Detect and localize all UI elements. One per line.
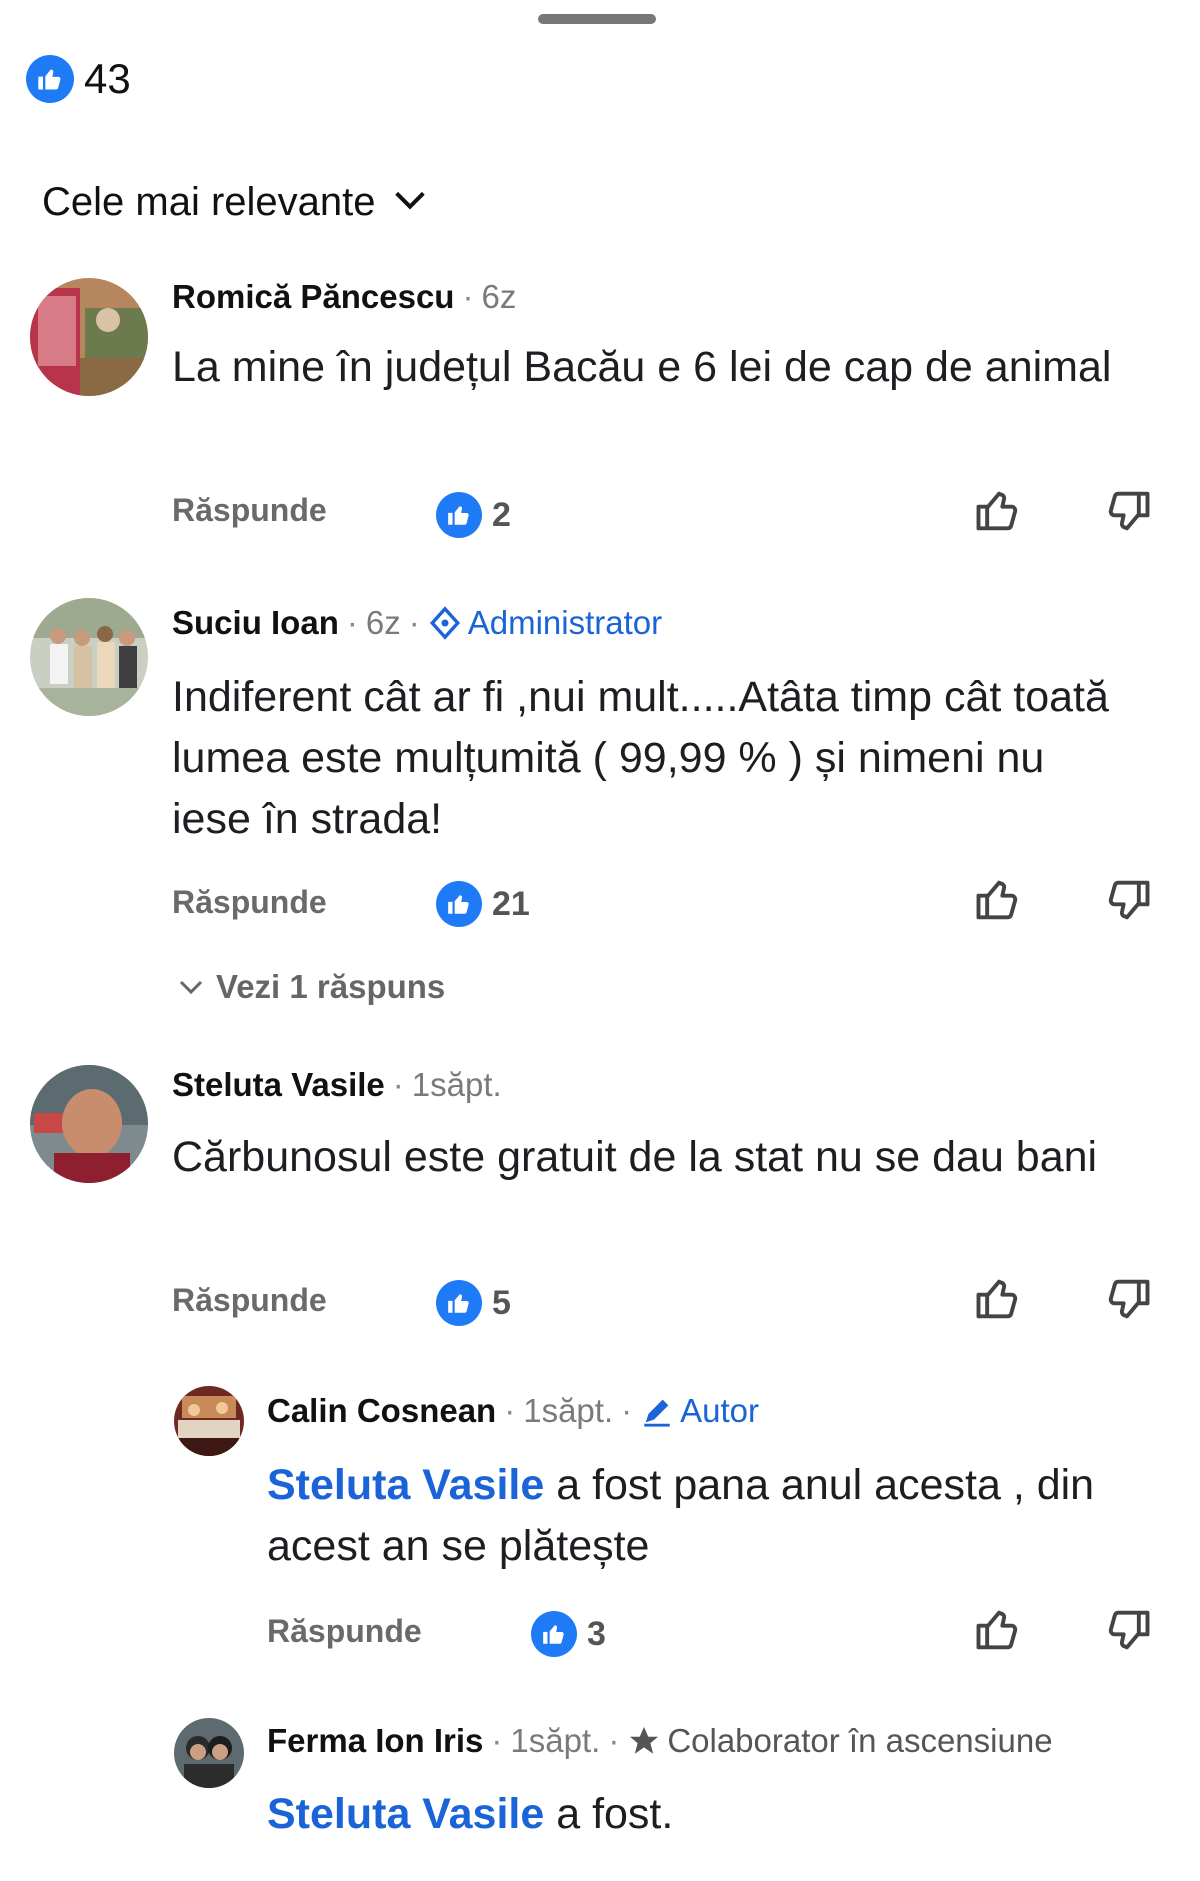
drag-handle[interactable] <box>538 14 656 24</box>
author-badge: Autor <box>640 1392 759 1430</box>
comment-time[interactable]: 6z <box>481 278 516 316</box>
reply-button[interactable]: Răspunde <box>172 884 327 921</box>
downvote-icon[interactable] <box>1102 874 1154 926</box>
avatar[interactable] <box>174 1718 244 1788</box>
reply-button[interactable]: Răspunde <box>172 1282 327 1319</box>
avatar[interactable] <box>30 278 148 396</box>
admin-badge: Administrator <box>428 604 662 642</box>
like-icon <box>26 55 74 103</box>
separator: · <box>462 278 474 315</box>
upvote-icon[interactable] <box>972 1273 1024 1325</box>
separator: · <box>504 1392 516 1429</box>
pencil-icon <box>644 1399 670 1427</box>
see-replies-button[interactable]: Vezi 1 răspuns <box>176 968 445 1006</box>
comment-text: Cărbunosul este gratuit de la stat nu se… <box>172 1133 1098 1181</box>
author-badge-label: Autor <box>680 1392 759 1429</box>
see-replies-label: Vezi 1 răspuns <box>216 968 446 1005</box>
comment-time[interactable]: 6z <box>366 604 401 642</box>
comment-time[interactable]: 1săpt. <box>412 1066 502 1104</box>
reply-button[interactable]: Răspunde <box>172 492 327 529</box>
separator: · <box>621 1392 633 1429</box>
comment-like-count[interactable]: 21 <box>436 881 530 927</box>
reply-like-count[interactable]: 3 <box>531 1611 606 1657</box>
reply-time[interactable]: 1săpt. <box>510 1722 600 1760</box>
like-icon <box>436 881 482 927</box>
downvote-icon[interactable] <box>1102 485 1154 537</box>
reply-text: Steluta Vasile a fost. <box>267 1784 1177 1845</box>
separator: · <box>491 1722 503 1759</box>
comment-text: Indiferent cât ar fi ,nui mult.....Atâta… <box>172 673 1109 843</box>
comments-sheet: 43 Cele mai relevante Romică Păncescu · … <box>0 0 1200 1881</box>
avatar[interactable] <box>30 1065 148 1183</box>
chevron-down-icon <box>179 980 203 995</box>
star-icon <box>630 1726 659 1754</box>
comment-author[interactable]: Steluta Vasile <box>172 1066 385 1104</box>
downvote-icon[interactable] <box>1102 1604 1154 1656</box>
admin-shield-icon <box>429 606 460 640</box>
separator: · <box>408 604 420 641</box>
sort-dropdown[interactable]: Cele mai relevante <box>42 180 430 225</box>
reply-text: Steluta Vasile a fost pana anul acesta ,… <box>267 1455 1177 1577</box>
comment-author[interactable]: Romică Păncescu <box>172 278 454 316</box>
admin-badge-label: Administrator <box>467 604 663 641</box>
reactions-summary[interactable]: 43 <box>26 55 131 103</box>
comment-author[interactable]: Suciu Ioan <box>172 604 339 642</box>
like-icon <box>531 1611 577 1657</box>
mention-link[interactable]: Steluta Vasile <box>267 1790 544 1838</box>
upvote-icon[interactable] <box>972 1604 1024 1656</box>
avatar[interactable] <box>30 598 148 716</box>
chevron-down-icon <box>390 180 430 225</box>
separator: · <box>346 604 358 641</box>
mention-link[interactable]: Steluta Vasile <box>267 1461 544 1509</box>
separator: · <box>608 1722 620 1759</box>
avatar[interactable] <box>174 1386 244 1456</box>
upvote-icon[interactable] <box>972 874 1024 926</box>
contributor-badge: Colaborator în ascensiune <box>627 1722 1053 1760</box>
contributor-badge-label: Colaborator în ascensiune <box>667 1722 1053 1759</box>
reply-text-content: a fost. <box>544 1790 674 1838</box>
like-icon <box>436 492 482 538</box>
comment-like-count[interactable]: 5 <box>436 1280 511 1326</box>
like-count-value: 3 <box>587 1614 606 1653</box>
like-count-value: 21 <box>492 884 530 923</box>
sort-label: Cele mai relevante <box>42 180 376 224</box>
reply-author[interactable]: Ferma Ion Iris <box>267 1722 483 1760</box>
downvote-icon[interactable] <box>1102 1273 1154 1325</box>
reply-button[interactable]: Răspunde <box>267 1613 422 1650</box>
reply-author[interactable]: Calin Cosnean <box>267 1392 496 1430</box>
comment-text: La mine în județul Bacău e 6 lei de cap … <box>172 343 1112 391</box>
like-count-value: 2 <box>492 495 511 534</box>
reply-time[interactable]: 1săpt. <box>523 1392 613 1430</box>
comment-like-count[interactable]: 2 <box>436 492 511 538</box>
like-icon <box>436 1280 482 1326</box>
upvote-icon[interactable] <box>972 485 1024 537</box>
reactions-count: 43 <box>84 55 131 102</box>
like-count-value: 5 <box>492 1283 511 1322</box>
separator: · <box>392 1066 404 1103</box>
